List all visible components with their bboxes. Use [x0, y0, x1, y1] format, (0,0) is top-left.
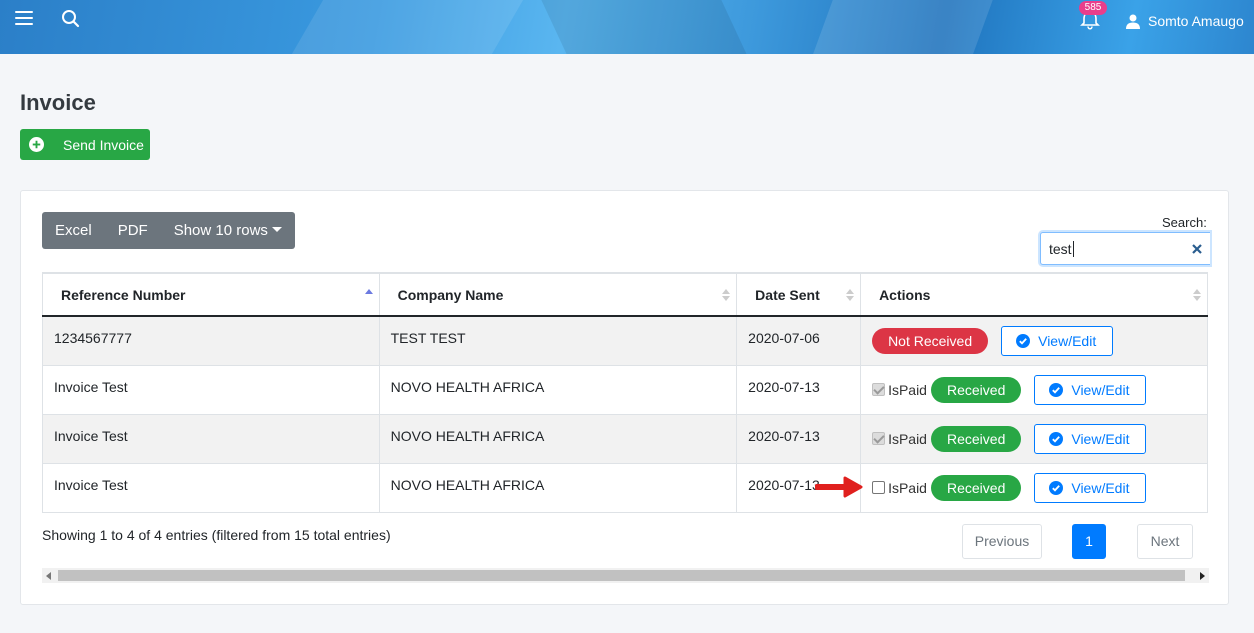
top-navbar — [0, 0, 1254, 54]
view-edit-button[interactable]: View/Edit — [1001, 326, 1114, 356]
table-row: 1234567777 TEST TEST 2020-07-06 Not Rece… — [42, 315, 1208, 366]
send-invoice-label: Send Invoice — [63, 136, 144, 153]
checkbox-checked[interactable] — [872, 432, 886, 445]
previous-button[interactable]: Previous — [962, 524, 1042, 559]
send-invoice-button[interactable]: Send Invoice — [20, 129, 150, 160]
table-row: Invoice Test NOVO HEALTH AFRICA 2020-07-… — [42, 462, 1208, 513]
user-icon — [1126, 14, 1140, 29]
excel-button[interactable]: Excel — [42, 212, 105, 249]
cell-reference: Invoice Test — [42, 364, 380, 415]
ispaid-checkbox[interactable]: IsPaid — [872, 480, 927, 496]
cell-actions: IsPaid Received View/Edit — [860, 364, 1208, 415]
table-row: Invoice Test NOVO HEALTH AFRICA 2020-07-… — [42, 413, 1208, 464]
cell-company: NOVO HEALTH AFRICA — [378, 364, 738, 415]
caret-down-icon — [271, 227, 282, 233]
cell-reference: Invoice Test — [42, 413, 380, 464]
scrollbar-thumb[interactable] — [58, 570, 1185, 581]
ispaid-label: IsPaid — [888, 381, 927, 398]
check-circle-icon — [1016, 334, 1031, 348]
notification-badge[interactable]: 585 — [1079, 1, 1107, 15]
export-button-group: Excel PDF Show 10 rows — [42, 212, 295, 249]
plus-circle-icon — [29, 137, 44, 152]
check-circle-icon — [1049, 382, 1064, 397]
navbar-decoration — [799, 0, 1001, 54]
view-edit-button[interactable]: View/Edit — [1034, 423, 1147, 454]
status-badge: Received — [930, 425, 1022, 452]
user-menu[interactable]: Somto Amaugo — [1126, 10, 1244, 32]
show-rows-label: Show 10 rows — [173, 222, 268, 239]
invoice-card: Excel PDF Show 10 rows Search: test Refe… — [20, 190, 1229, 605]
pdf-button[interactable]: PDF — [105, 212, 161, 249]
column-header-date[interactable]: Date Sent — [736, 272, 862, 317]
cell-company: TEST TEST — [378, 315, 738, 366]
cell-actions: Not Received View/Edit — [860, 315, 1208, 366]
sort-icon — [1193, 289, 1201, 301]
horizontal-scrollbar[interactable] — [42, 568, 1209, 583]
sort-asc-icon — [364, 289, 373, 294]
user-name: Somto Amaugo — [1148, 13, 1244, 29]
table-header-row: Reference Number Company Name Date Sent … — [42, 272, 1208, 317]
checkbox-checked[interactable] — [872, 383, 886, 396]
status-badge: Received — [930, 376, 1022, 403]
cell-company: NOVO HEALTH AFRICA — [378, 413, 738, 464]
column-header-company[interactable]: Company Name — [378, 272, 738, 317]
ispaid-checkbox[interactable]: IsPaid — [872, 431, 927, 447]
view-edit-button[interactable]: View/Edit — [1034, 472, 1147, 503]
scroll-left-icon[interactable] — [46, 572, 51, 580]
search-label: Search: — [1162, 215, 1207, 230]
check-circle-icon — [1049, 431, 1064, 446]
cell-company: NOVO HEALTH AFRICA — [378, 462, 738, 513]
view-edit-button[interactable]: View/Edit — [1034, 374, 1147, 405]
search-input[interactable]: test — [1040, 232, 1210, 265]
view-edit-label: View/Edit — [1071, 430, 1130, 447]
check-circle-icon — [1049, 480, 1064, 495]
cell-actions: IsPaid Received View/Edit — [860, 462, 1208, 513]
status-badge: Not Received — [872, 328, 989, 354]
cell-reference: Invoice Test — [42, 462, 380, 513]
checkbox-unchecked[interactable] — [872, 481, 886, 494]
column-header-label: Company Name — [397, 286, 504, 303]
arrow-right-icon — [815, 476, 863, 498]
column-header-label: Actions — [879, 286, 931, 303]
column-header-reference[interactable]: Reference Number — [42, 272, 380, 317]
table-info: Showing 1 to 4 of 4 entries (filtered fr… — [42, 527, 391, 543]
cell-date: 2020-07-13 — [736, 364, 862, 415]
pagination: Previous 1 Next — [962, 524, 1193, 559]
invoice-table: Reference Number Company Name Date Sent … — [42, 272, 1208, 513]
ispaid-label: IsPaid — [888, 430, 927, 447]
show-rows-dropdown[interactable]: Show 10 rows — [161, 212, 295, 249]
status-badge: Received — [930, 474, 1022, 501]
navbar-decoration — [265, 0, 535, 54]
search-icon[interactable] — [60, 8, 82, 30]
navbar-decoration — [536, 0, 764, 54]
text-cursor — [1072, 240, 1074, 257]
table-row: Invoice Test NOVO HEALTH AFRICA 2020-07-… — [42, 364, 1208, 415]
cell-date: 2020-07-13 — [736, 413, 862, 464]
page-1-button[interactable]: 1 — [1072, 524, 1106, 559]
sort-icon — [722, 289, 731, 301]
cell-actions: IsPaid Received View/Edit — [860, 413, 1208, 464]
view-edit-label: View/Edit — [1071, 479, 1130, 496]
cell-date: 2020-07-06 — [736, 315, 862, 366]
ispaid-label: IsPaid — [888, 479, 927, 496]
column-header-actions[interactable]: Actions — [860, 272, 1208, 317]
view-edit-label: View/Edit — [1038, 333, 1097, 349]
column-header-label: Date Sent — [755, 286, 820, 303]
cell-reference: 1234567777 — [42, 315, 380, 366]
page-title: Invoice — [20, 90, 96, 115]
next-button[interactable]: Next — [1137, 524, 1193, 559]
scroll-right-icon[interactable] — [1200, 572, 1205, 580]
hamburger-icon[interactable] — [15, 11, 33, 27]
ispaid-checkbox[interactable]: IsPaid — [872, 382, 927, 398]
view-edit-label: View/Edit — [1071, 381, 1130, 398]
sort-icon — [846, 289, 855, 301]
search-value: test — [1049, 240, 1072, 257]
column-header-label: Reference Number — [61, 286, 186, 303]
close-icon[interactable] — [1192, 244, 1202, 254]
